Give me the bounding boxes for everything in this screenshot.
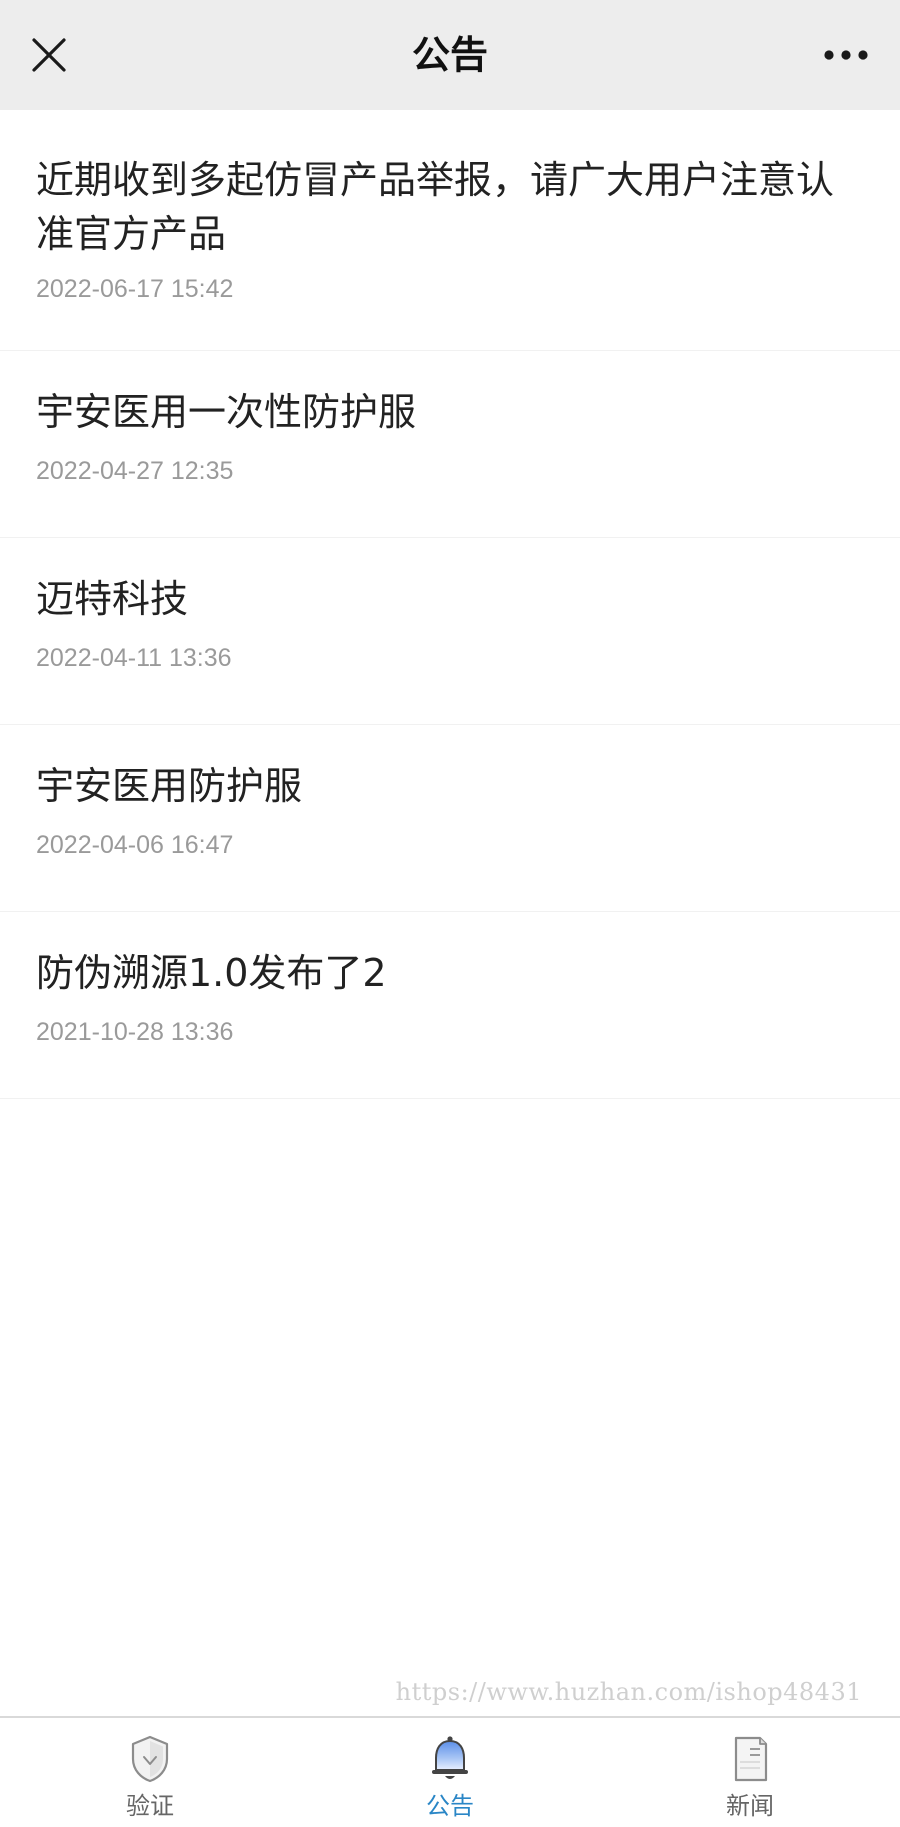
announcement-item[interactable]: 宇安医用一次性防护服 2022-04-27 12:35 <box>0 351 900 538</box>
tab-label: 验证 <box>126 1792 174 1820</box>
app-root: 公告 近期收到多起仿冒产品举报，请广大用户注意认准官方产品 2022-06-17… <box>0 0 900 1827</box>
bottom-tab-bar: 验证 公告 新闻 <box>0 1716 900 1827</box>
document-icon <box>734 1736 768 1782</box>
tab-verify[interactable]: 验证 <box>0 1718 300 1827</box>
announcement-item[interactable]: 防伪溯源1.0发布了2 2021-10-28 13:36 <box>0 912 900 1099</box>
announcement-time: 2021-10-28 13:36 <box>36 1018 234 1046</box>
announcement-item[interactable]: 宇安医用防护服 2022-04-06 16:47 <box>0 725 900 912</box>
announcement-title: 迈特科技 <box>36 577 189 621</box>
more-button[interactable] <box>814 28 878 82</box>
more-dots-icon <box>824 50 868 60</box>
watermark-text: https://www.huzhan.com/ishop48431 <box>395 1678 862 1706</box>
announcement-item[interactable]: 迈特科技 2022-04-11 13:36 <box>0 538 900 725</box>
announcement-time: 2022-04-06 16:47 <box>36 831 234 859</box>
announcement-time: 2022-04-11 13:36 <box>36 644 232 672</box>
tab-label: 公告 <box>426 1792 474 1820</box>
top-bar: 公告 <box>0 0 900 110</box>
bell-icon <box>432 1736 468 1779</box>
announcement-title: 宇安医用防护服 <box>36 764 303 808</box>
announcement-time: 2022-06-17 15:42 <box>36 275 234 303</box>
announcement-time: 2022-04-27 12:35 <box>36 457 234 485</box>
tab-announcements[interactable]: 公告 <box>300 1718 600 1827</box>
announcement-item[interactable]: 近期收到多起仿冒产品举报，请广大用户注意认准官方产品 2022-06-17 15… <box>0 110 900 351</box>
announcement-title: 近期收到多起仿冒产品举报，请广大用户注意认准官方产品 <box>36 158 835 256</box>
announcement-list: 近期收到多起仿冒产品举报，请广大用户注意认准官方产品 2022-06-17 15… <box>0 110 900 1099</box>
shield-icon <box>131 1735 169 1783</box>
announcement-title: 防伪溯源1.0发布了2 <box>36 951 387 995</box>
page-title: 公告 <box>411 33 488 77</box>
announcement-title: 宇安医用一次性防护服 <box>36 390 417 434</box>
tab-news[interactable]: 新闻 <box>600 1718 900 1827</box>
tab-label: 新闻 <box>726 1792 774 1820</box>
